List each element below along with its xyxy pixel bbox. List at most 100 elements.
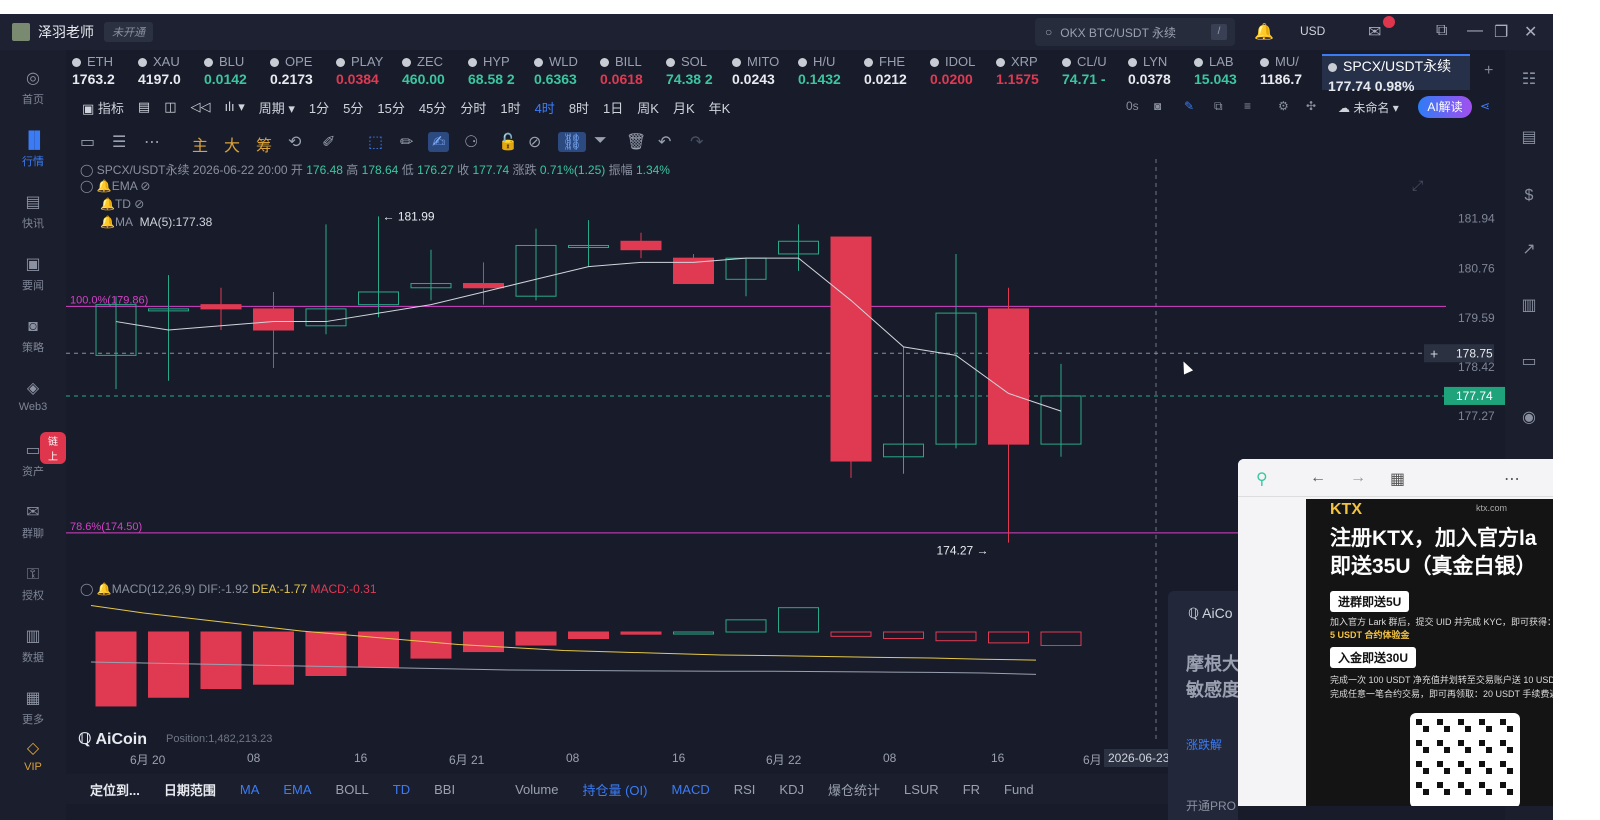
sidebar-item-auth[interactable]: ⚿ 授权	[0, 566, 66, 603]
sidebar-item-web3[interactable]: ◈ Web3	[0, 380, 66, 413]
ticker-1[interactable]: XAU 4197.0	[138, 54, 202, 90]
camera-icon[interactable]: ◙	[1154, 99, 1161, 113]
currency-select[interactable]: USD	[1300, 24, 1325, 38]
vip-status-badge[interactable]: 未开通	[104, 22, 153, 42]
bottom-item-2[interactable]: MA	[240, 782, 260, 797]
forward-icon[interactable]: →	[1350, 469, 1366, 487]
ai-panel[interactable]: ℚ AiCo 摩根大 敏感度 涨跌解 开通PRO	[1168, 591, 1240, 820]
interval-9[interactable]: 周K	[637, 98, 659, 117]
ticker-13[interactable]: IDOL 0.0200	[930, 54, 994, 90]
ema-legend[interactable]: ◯ 🔔EMA ⊘	[80, 179, 150, 193]
ticker-17[interactable]: LAB 15.043	[1194, 54, 1258, 90]
edit-icon[interactable]: ✎	[1184, 99, 1194, 113]
ticker-6[interactable]: HYP 68.58 2	[468, 54, 532, 90]
interval-8[interactable]: 1日	[603, 98, 623, 117]
calc-icon[interactable]: ⟲	[288, 132, 301, 152]
cursor-tool-icon[interactable]: ⬚	[368, 132, 383, 152]
main-chart-button[interactable]: 主	[192, 132, 208, 156]
bot-icon[interactable]: ◉	[1519, 408, 1539, 428]
analysis-icon[interactable]: ↗	[1519, 240, 1539, 260]
interval-6[interactable]: 4时	[535, 98, 555, 117]
fullscreen-icon[interactable]: ✣	[1306, 99, 1316, 113]
copy-icon[interactable]: ⧉	[1214, 99, 1223, 114]
watchlist-icon[interactable]: ☷	[1519, 70, 1539, 90]
ticker-5[interactable]: ZEC 460.00	[402, 54, 466, 90]
ticker-0[interactable]: ETH 1763.2	[72, 54, 136, 90]
interval-11[interactable]: 年K	[709, 98, 731, 117]
sidebar-item-home[interactable]: ◎ 首页	[0, 70, 66, 107]
hide-drawing-icon[interactable]: ⊘	[528, 132, 541, 152]
restore-icon[interactable]: ❐	[1494, 22, 1508, 42]
close-icon[interactable]: ✕	[1524, 22, 1537, 42]
minimize-icon[interactable]: —	[1467, 22, 1483, 40]
ai-interpret-button[interactable]: AI解读	[1418, 96, 1472, 118]
macd-legend[interactable]: ◯ 🔔MACD(12,26,9) DIF:-1.92 DEA:-1.77 MAC…	[80, 582, 377, 596]
sidebar-item-headlines[interactable]: ▣ 要闻	[0, 256, 66, 293]
bottom-item-9[interactable]: MACD	[671, 782, 709, 797]
share-icon[interactable]: ⋖	[1480, 99, 1490, 113]
sidebar-item-assets[interactable]: 链上 ▭ 资产	[0, 432, 66, 479]
more-icon[interactable]: ⋯	[144, 132, 160, 152]
ktx-ad[interactable]: KTX ktx.com 注册KTX，加入官方la 即送35U（真金白银） 进群即送…	[1306, 499, 1553, 806]
ad-pill-group[interactable]: 进群即送5U	[1330, 591, 1410, 612]
filter-icon[interactable]: ⏷	[594, 132, 607, 150]
interval-4[interactable]: 分时	[460, 98, 486, 117]
sidebar-item-flash[interactable]: ▤ 快讯	[0, 194, 66, 231]
orderbook-icon[interactable]: ▤	[1519, 128, 1539, 148]
ticker-10[interactable]: MITO 0.0243	[732, 54, 796, 90]
pin-icon[interactable]: ⚲	[1256, 469, 1268, 489]
chips-button[interactable]: 筹	[256, 132, 272, 156]
sidebar-item-more[interactable]: ▦ 更多	[0, 690, 66, 727]
pen-tool-icon[interactable]: ✐	[322, 132, 335, 152]
bottom-item-13[interactable]: LSUR	[904, 782, 939, 797]
bottom-item-10[interactable]: RSI	[734, 782, 756, 797]
bottom-item-1[interactable]: 日期范围	[164, 780, 216, 799]
redo-icon[interactable]: ↷	[690, 132, 703, 152]
bottom-item-8[interactable]: 持仓量 (OI)	[582, 780, 647, 799]
calc-icon[interactable]: ▭	[1519, 352, 1539, 372]
avatar[interactable]	[12, 23, 30, 41]
link-icon[interactable]: ⛓	[558, 132, 587, 152]
expand-icon[interactable]: ⤢	[1412, 177, 1423, 194]
bottom-item-0[interactable]: 定位到...	[90, 780, 140, 799]
stats-icon[interactable]: ▥	[1519, 296, 1539, 316]
interval-3[interactable]: 45分	[419, 98, 446, 117]
grid-icon[interactable]: ▦	[1390, 469, 1405, 489]
indicators-button[interactable]: ▣ 指标	[82, 98, 124, 117]
bottom-item-6[interactable]: BBI	[434, 782, 455, 797]
eye-off-icon[interactable]: ⊘	[140, 179, 150, 193]
ai-panel-button[interactable]: 涨跌解	[1186, 736, 1222, 753]
sidebar-item-data[interactable]: ▥ 数据	[0, 628, 66, 665]
sidebar-item-strategy[interactable]: ◙ 策略	[0, 318, 66, 355]
draw-tool-icon[interactable]: ✍	[428, 132, 450, 152]
bottom-item-7[interactable]: Volume	[515, 782, 558, 797]
ticker-active[interactable]: SPCX/USDT永续 177.74 0.98%	[1322, 54, 1470, 94]
layout-name-select[interactable]: ☁ 未命名 ▾	[1338, 99, 1399, 116]
bottom-item-3[interactable]: EMA	[283, 782, 311, 797]
interval-0[interactable]: 1分	[309, 98, 329, 117]
mail-icon[interactable]: ✉	[1368, 22, 1381, 42]
ticker-16[interactable]: LYN 0.0378	[1128, 54, 1192, 90]
bottom-item-15[interactable]: Fund	[1004, 782, 1034, 797]
interval-5[interactable]: 1时	[500, 98, 520, 117]
more-icon[interactable]: ⋯	[1504, 469, 1520, 489]
ticker-7[interactable]: WLD 0.6363	[534, 54, 598, 90]
bottom-item-5[interactable]: TD	[393, 782, 410, 797]
magnet-icon[interactable]: ⚆	[464, 132, 478, 152]
ruler-tool-icon[interactable]: ✏	[400, 132, 413, 152]
ticker-14[interactable]: XRP 1.1575	[996, 54, 1060, 90]
ticker-9[interactable]: SOL 74.38 2	[666, 54, 730, 90]
menu-icon[interactable]: ☰	[112, 132, 126, 152]
bottom-item-12[interactable]: 爆仓统计	[828, 780, 880, 799]
popout-icon[interactable]: ⧉	[1436, 22, 1447, 40]
sidebar-item-market[interactable]: ▐▌ 行情	[0, 132, 66, 169]
period-select[interactable]: 周期 ▾	[259, 98, 295, 117]
lock-icon[interactable]: 🔓	[498, 132, 518, 152]
ticker-18[interactable]: MU/1186.7	[1260, 54, 1324, 90]
bell-icon[interactable]: 🔔	[1254, 22, 1274, 42]
user-name[interactable]: 泽羽老师	[38, 22, 94, 42]
rewind-icon[interactable]: ◁◁	[191, 99, 211, 115]
sidebar-item-groupchat[interactable]: ✉ 群聊	[0, 504, 66, 541]
bottom-item-14[interactable]: FR	[963, 782, 980, 797]
ticker-3[interactable]: OPE 0.2173	[270, 54, 334, 90]
